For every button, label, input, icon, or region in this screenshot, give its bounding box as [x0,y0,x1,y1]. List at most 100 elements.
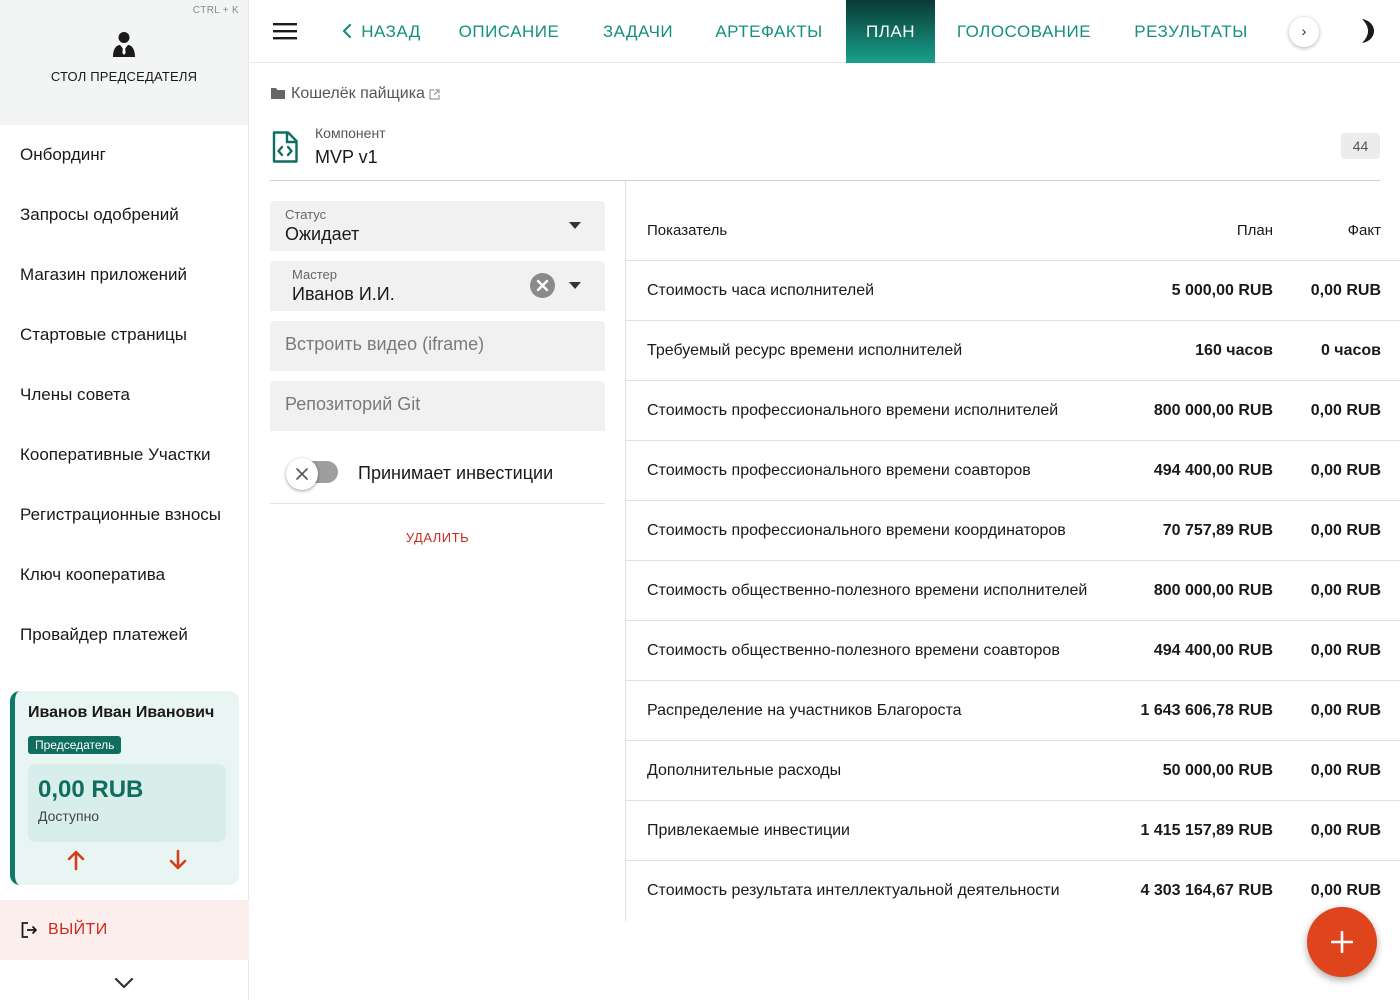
balance-amount: 0,00 RUB [38,776,144,803]
row-fact-value: 0 часов [1320,342,1381,359]
tab-description[interactable]: ОПИСАНИЕ [456,0,562,63]
column-header-plan: План [1236,222,1273,239]
master-select[interactable]: Мастер Иванов И.И. [270,261,605,311]
external-link-icon [429,89,440,100]
row-plan-value: 5 000,00 RUB [1171,282,1273,299]
code-file-icon [272,131,298,163]
row-plan-value: 800 000,00 RUB [1153,582,1273,599]
row-fact-value: 0,00 RUB [1310,282,1381,299]
table-header-row: Показатель План Факт [626,181,1400,261]
sidebar-item-coop-key[interactable]: Ключ кооператива [0,545,248,605]
tab-voting[interactable]: ГОЛОСОВАНИЕ [956,0,1092,63]
user-name: Иванов Иван Иванович [28,704,215,721]
row-plan-value: 1 643 606,78 RUB [1140,702,1273,719]
sidebar-item-coop-plots[interactable]: Кооперативные Участки [0,425,248,485]
breadcrumb-label: Кошелёк пайщика [291,85,425,102]
row-indicator: Привлекаемые инвестиции [647,822,850,839]
row-fact-value: 0,00 RUB [1310,822,1381,839]
table-row: Стоимость общественно-полезного времени … [626,561,1400,621]
table-row: Привлекаемые инвестиции 1 415 157,89 RUB… [626,801,1400,861]
row-indicator: Распределение на участников Благороста [647,702,962,719]
logout-button[interactable]: ВЫЙТИ [0,900,249,960]
status-select[interactable]: Статус Ожидает [270,201,605,251]
moon-icon[interactable] [1353,18,1377,44]
column-header-fact: Факт [1347,222,1381,239]
row-plan-value: 494 400,00 RUB [1153,462,1273,479]
folder-icon [271,88,285,99]
close-icon [296,468,308,480]
chevron-down-icon[interactable] [112,974,136,992]
dropdown-arrow-icon[interactable] [569,222,581,230]
tab-tasks[interactable]: ЗАДАЧИ [600,0,676,63]
delete-button[interactable]: УДАЛИТЬ [270,530,605,552]
dropdown-arrow-icon[interactable] [569,282,581,290]
row-fact-value: 0,00 RUB [1310,402,1381,419]
component-id-badge: 44 [1341,133,1380,159]
back-label: НАЗАД [361,22,421,41]
invest-toggle-row: Принимает инвестиции [270,443,605,504]
row-fact-value: 0,00 RUB [1310,522,1381,539]
hamburger-icon[interactable] [272,20,298,42]
sidebar-item-app-store[interactable]: Магазин приложений [0,245,248,305]
component-name: MVP v1 [315,147,378,167]
table-row: Стоимость результата интеллектуальной де… [626,861,1400,921]
table-row: Требуемый ресурс времени исполнителей 16… [626,321,1400,381]
row-indicator: Требуемый ресурс времени исполнителей [647,342,963,359]
row-indicator: Дополнительные расходы [647,762,842,779]
logout-label: ВЫЙТИ [48,921,108,938]
arrow-down-icon[interactable] [166,848,190,872]
arrow-up-icon[interactable] [64,848,88,872]
git-repo-placeholder: Репозиторий Git [285,394,421,414]
table-row: Стоимость профессионального времени соав… [626,441,1400,501]
row-fact-value: 0,00 RUB [1310,642,1381,659]
table-row: Стоимость профессионального времени коор… [626,501,1400,561]
row-indicator: Стоимость профессионального времени соав… [647,462,1031,479]
row-indicator: Стоимость результата интеллектуальной де… [647,882,1060,899]
top-navigation: НАЗАД ОПИСАНИЕ ЗАДАЧИ АРТЕФАКТЫ ПЛАН ГОЛ… [250,0,1400,63]
sidebar-item-onboarding[interactable]: Онбординг [0,125,248,185]
plus-icon [1331,931,1353,953]
breadcrumb[interactable]: Кошелёк пайщика [270,85,440,105]
tab-artifacts[interactable]: АРТЕФАКТЫ [714,0,824,63]
row-indicator: Стоимость общественно-полезного времени … [647,582,1088,599]
row-fact-value: 0,00 RUB [1310,762,1381,779]
component-type-label: Компонент [315,125,386,141]
toggle-knob[interactable] [286,458,318,490]
search-shortcut-hint: CTRL + K [192,5,239,16]
logout-icon [21,922,37,938]
user-card: Иванов Иван Иванович Председатель 0,00 R… [10,691,239,885]
row-plan-value: 1 415 157,89 RUB [1140,822,1273,839]
tab-plan[interactable]: ПЛАН [846,0,935,63]
row-fact-value: 0,00 RUB [1310,462,1381,479]
user-tie-icon [113,32,135,57]
chevron-left-icon [343,24,352,38]
table-row: Стоимость часа исполнителей 5 000,00 RUB… [626,261,1400,321]
row-plan-value: 4 303 164,67 RUB [1140,882,1273,899]
clear-icon[interactable] [530,273,555,298]
sidebar: CTRL + K СТОЛ ПРЕДСЕДАТЕЛЯ Онбординг Зап… [0,0,249,1000]
sidebar-item-payment-provider[interactable]: Провайдер платежей [0,605,248,665]
tabs-scroll-right-button[interactable]: › [1289,17,1319,47]
add-button[interactable] [1307,907,1377,977]
workspace-header[interactable]: CTRL + K СТОЛ ПРЕДСЕДАТЕЛЯ [0,0,248,125]
video-embed-input[interactable]: Встроить видео (iframe) [270,321,605,371]
sidebar-item-approval-requests[interactable]: Запросы одобрений [0,185,248,245]
sidebar-item-council-members[interactable]: Члены совета [0,365,248,425]
sidebar-item-start-pages[interactable]: Стартовые страницы [0,305,248,365]
sidebar-item-registration-fees[interactable]: Регистрационные взносы [0,485,248,545]
row-fact-value: 0,00 RUB [1310,882,1381,899]
table-row: Стоимость общественно-полезного времени … [626,621,1400,681]
balance-label: Доступно [38,808,100,824]
git-repo-input[interactable]: Репозиторий Git [270,381,605,431]
plan-table: Показатель План Факт Стоимость часа испо… [625,181,1400,921]
row-plan-value: 160 часов [1195,342,1273,359]
tab-results[interactable]: РЕЗУЛЬТАТЫ [1132,0,1250,63]
row-fact-value: 0,00 RUB [1310,582,1381,599]
row-plan-value: 800 000,00 RUB [1153,402,1273,419]
row-plan-value: 50 000,00 RUB [1162,762,1273,779]
back-button[interactable]: НАЗАД [336,0,426,63]
row-fact-value: 0,00 RUB [1310,702,1381,719]
role-badge: Председатель [28,736,122,754]
column-header-indicator: Показатель [647,222,728,239]
row-indicator: Стоимость профессионального времени испо… [647,402,1059,419]
